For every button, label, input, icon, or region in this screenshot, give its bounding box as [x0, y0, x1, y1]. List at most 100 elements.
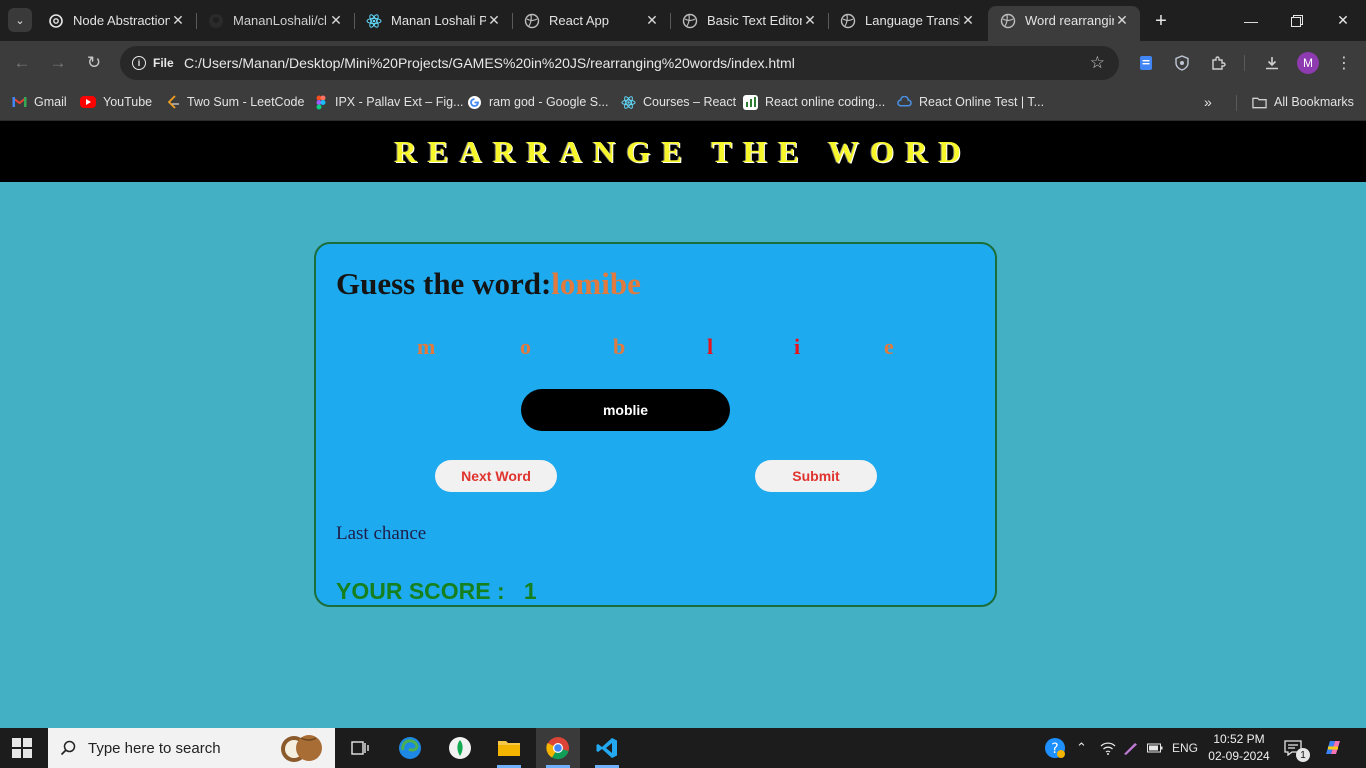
- address-bar[interactable]: i File C:/Users/Manan/Desktop/Mini%20Pro…: [120, 46, 1119, 80]
- bookmark-google-search[interactable]: ram god - Google S...: [467, 92, 609, 112]
- taskbar-search[interactable]: Type here to search: [48, 728, 335, 768]
- windows-taskbar: Type here to search ? ⌃ ENG 10:52 PM 02-…: [0, 728, 1366, 768]
- google-icon: [467, 95, 482, 110]
- submit-button[interactable]: Submit: [755, 460, 877, 492]
- info-icon: i: [132, 56, 146, 70]
- windows-start-icon[interactable]: [12, 738, 32, 758]
- tab-title: Word rearranging: [1025, 13, 1114, 28]
- forward-button[interactable]: →: [46, 51, 70, 75]
- back-button[interactable]: ←: [10, 51, 34, 75]
- all-bookmarks-button[interactable]: All Bookmarks: [1252, 92, 1354, 112]
- status-message: Last chance: [336, 523, 427, 544]
- bookmark-label: Two Sum - LeetCode: [187, 95, 305, 109]
- taskbar-clock[interactable]: 10:52 PM 02-09-2024: [1206, 731, 1272, 765]
- arrow-right-icon: →: [49, 53, 67, 72]
- bookmark-react-online-coding[interactable]: React online coding...: [743, 92, 885, 112]
- bookmark-figma[interactable]: IPX - Pallav Ext – Fig...: [313, 92, 464, 112]
- close-icon[interactable]: ✕: [170, 12, 186, 29]
- bookmark-leetcode[interactable]: Two Sum - LeetCode: [165, 92, 304, 112]
- edge-app-button[interactable]: [388, 728, 432, 768]
- close-icon[interactable]: ✕: [328, 12, 344, 29]
- letter-tile: e: [884, 334, 894, 359]
- wifi-icon[interactable]: [1100, 728, 1116, 768]
- restore-button[interactable]: [1274, 0, 1320, 41]
- answer-input[interactable]: [521, 389, 730, 431]
- tab-title: MananLoshali/cl: [233, 13, 327, 28]
- new-tab-button[interactable]: +: [1149, 9, 1173, 33]
- arrow-left-icon: ←: [13, 53, 31, 72]
- bookmarks-overflow-button[interactable]: »: [1204, 92, 1212, 112]
- next-word-button[interactable]: Next Word: [435, 460, 557, 492]
- tab-word-rearranging[interactable]: Word rearranging ✕: [988, 6, 1140, 41]
- tab-react-app[interactable]: React App ✕: [512, 6, 670, 35]
- tab-node-abstraction[interactable]: Node Abstraction ✕: [36, 6, 196, 35]
- notification-center-button[interactable]: 1: [1284, 728, 1310, 768]
- profile-avatar[interactable]: M: [1297, 52, 1319, 74]
- copilot-button[interactable]: [1322, 728, 1344, 768]
- vscode-app-button[interactable]: [585, 728, 629, 768]
- download-icon[interactable]: [1261, 52, 1283, 74]
- score-display: YOUR SCORE : 1: [336, 578, 537, 604]
- close-icon[interactable]: ✕: [644, 12, 660, 29]
- restore-icon: [1291, 14, 1303, 27]
- help-tray-icon[interactable]: ?: [1044, 728, 1066, 768]
- bookmark-label: React online coding...: [765, 95, 886, 109]
- plus-icon: +: [1155, 9, 1167, 32]
- tab-title: React App: [549, 13, 609, 28]
- bookmark-star-icon[interactable]: ☆: [1090, 53, 1105, 73]
- browser-toolbar: ← → ↻ i File C:/Users/Manan/Desktop/Mini…: [0, 41, 1366, 85]
- bookmark-courses-react[interactable]: Courses – React: [621, 92, 736, 112]
- minimize-button[interactable]: —: [1228, 0, 1274, 41]
- tab-language-translator[interactable]: Language Transl ✕: [828, 6, 986, 35]
- chrome-icon: [546, 737, 569, 760]
- cloud-icon: [897, 95, 912, 110]
- task-view-icon: [351, 741, 369, 755]
- bookmark-gmail[interactable]: Gmail: [12, 92, 67, 112]
- close-icon[interactable]: ✕: [802, 12, 818, 29]
- close-icon[interactable]: ✕: [960, 12, 976, 29]
- language-indicator[interactable]: ENG: [1172, 728, 1198, 768]
- close-icon[interactable]: ✕: [1114, 12, 1130, 29]
- site-info-chip[interactable]: i File: [126, 51, 182, 75]
- battery-icon[interactable]: [1147, 728, 1163, 768]
- task-view-button[interactable]: [338, 728, 382, 768]
- extensions-puzzle-icon[interactable]: [1207, 52, 1229, 74]
- tab-basic-text-editor[interactable]: Basic Text Editor ✕: [670, 6, 828, 35]
- tab-strip: ⌄ Node Abstraction ✕ MananLoshali/cl ✕ M…: [0, 0, 1366, 41]
- letter-tile: b: [613, 334, 626, 359]
- bookmark-label: Gmail: [34, 95, 67, 109]
- clock-time: 10:52 PM: [1213, 732, 1265, 746]
- chevron-down-icon: ⌄: [15, 14, 25, 27]
- file-explorer-button[interactable]: [487, 728, 531, 768]
- minimize-icon: —: [1244, 12, 1258, 29]
- shield-extension-icon[interactable]: [1171, 52, 1193, 74]
- bookmark-label: IPX - Pallav Ext – Fig...: [335, 95, 464, 109]
- tab-search-button[interactable]: ⌄: [8, 8, 32, 32]
- more-menu-icon[interactable]: ⋮: [1333, 52, 1355, 74]
- globe-icon: [682, 13, 698, 29]
- google-docs-extension-icon[interactable]: [1135, 52, 1157, 74]
- openai-icon: [48, 13, 64, 29]
- game-title: REARRANGE THE WORD: [394, 133, 972, 169]
- mongodb-compass-button[interactable]: [438, 728, 482, 768]
- scrambled-word: lomibe: [551, 266, 641, 301]
- url-text[interactable]: C:/Users/Manan/Desktop/Mini%20Projects/G…: [184, 55, 795, 71]
- vscode-icon: [596, 738, 617, 758]
- chrome-app-button[interactable]: [536, 728, 580, 768]
- search-icon: [48, 740, 88, 756]
- reload-button[interactable]: ↻: [82, 51, 106, 75]
- close-icon[interactable]: ✕: [486, 12, 502, 29]
- bookmark-youtube[interactable]: YouTube: [80, 92, 152, 112]
- letter-tile: o: [520, 334, 531, 359]
- close-window-button[interactable]: ✕: [1320, 0, 1366, 41]
- page-viewport: REARRANGE THE WORD Guess the word:lomibe…: [0, 121, 1366, 728]
- pen-icon[interactable]: [1122, 728, 1138, 768]
- chart-icon: [743, 94, 758, 110]
- tab-manan-portfolio[interactable]: Manan Loshali P ✕: [354, 6, 512, 35]
- bookmarks-divider: [1236, 95, 1237, 111]
- tab-github[interactable]: MananLoshali/cl ✕: [196, 6, 354, 35]
- bookmark-label: YouTube: [103, 95, 153, 109]
- bookmark-react-online-test[interactable]: React Online Test | T...: [897, 92, 1044, 112]
- bookmark-label: React Online Test | T...: [919, 95, 1045, 109]
- chevron-up-icon[interactable]: ⌃: [1076, 728, 1087, 768]
